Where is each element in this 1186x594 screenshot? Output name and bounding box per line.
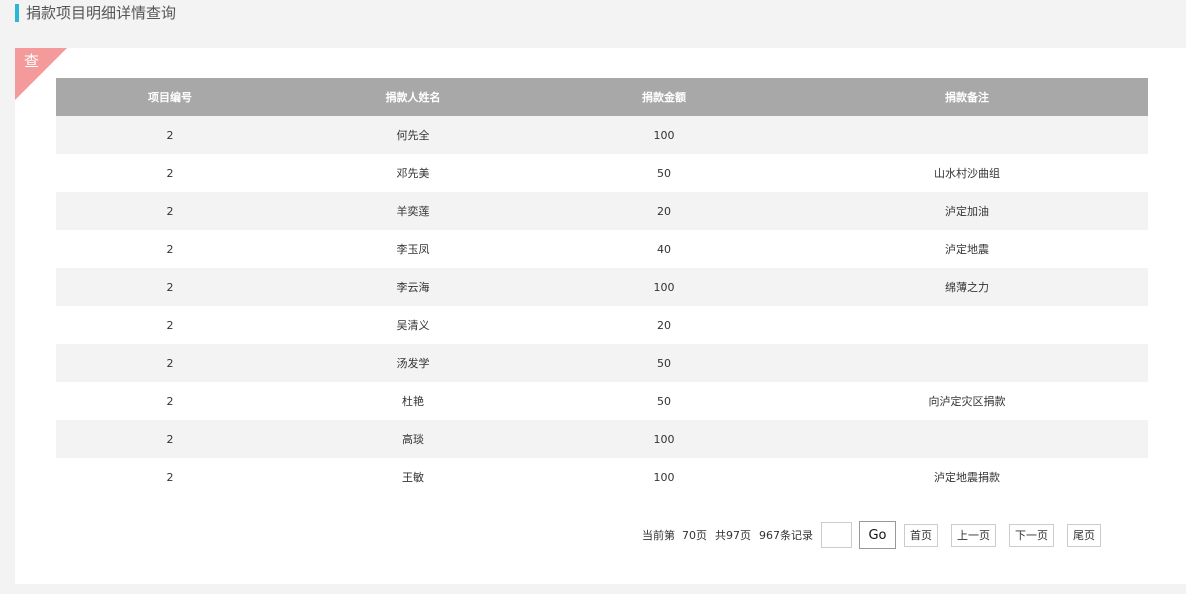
table-row: 2 王敏 100 泸定地震捐款 — [56, 458, 1148, 496]
cell-amount: 50 — [542, 382, 786, 420]
total-pages-text: 共97页 — [715, 529, 751, 542]
cell-remark — [786, 116, 1148, 154]
cell-donor-name: 高琰 — [284, 420, 542, 458]
cell-donor-name: 羊奕莲 — [284, 192, 542, 230]
table-row: 2 高琰 100 — [56, 420, 1148, 458]
page-title: 捐款项目明细详情查询 — [15, 4, 176, 22]
cell-donor-name: 吴清义 — [284, 306, 542, 344]
cell-remark — [786, 306, 1148, 344]
cell-donor-name: 邓先美 — [284, 154, 542, 192]
cell-project-id: 2 — [56, 230, 284, 268]
column-header-project-id: 项目编号 — [56, 78, 284, 116]
next-page-button[interactable]: 下一页 — [1009, 523, 1054, 547]
cell-donor-name: 何先全 — [284, 116, 542, 154]
cell-amount: 20 — [542, 306, 786, 344]
cell-project-id: 2 — [56, 192, 284, 230]
prev-page-button[interactable]: 上一页 — [951, 523, 996, 547]
page-number-input[interactable] — [821, 522, 852, 548]
cell-remark — [786, 344, 1148, 382]
cell-donor-name: 杜艳 — [284, 382, 542, 420]
table-header-row: 项目编号 捐款人姓名 捐款金额 捐款备注 — [56, 78, 1148, 116]
cell-amount: 100 — [542, 116, 786, 154]
current-page-text: 当前第 70页 — [642, 529, 707, 542]
column-header-amount: 捐款金额 — [542, 78, 786, 116]
table-row: 2 邓先美 50 山水村沙曲组 — [56, 154, 1148, 192]
cell-amount: 100 — [542, 458, 786, 496]
cell-amount: 40 — [542, 230, 786, 268]
cell-donor-name: 汤发学 — [284, 344, 542, 382]
last-page-button[interactable]: 尾页 — [1067, 523, 1101, 547]
table-row: 2 李玉凤 40 泸定地震 — [56, 230, 1148, 268]
cell-project-id: 2 — [56, 306, 284, 344]
cell-remark: 泸定地震 — [786, 230, 1148, 268]
cell-donor-name: 王敏 — [284, 458, 542, 496]
table-row: 2 李云海 100 绵薄之力 — [56, 268, 1148, 306]
donation-table: 项目编号 捐款人姓名 捐款金额 捐款备注 2 何先全 100 2 邓先美 50 … — [56, 78, 1148, 496]
cell-donor-name: 李玉凤 — [284, 230, 542, 268]
cell-remark: 泸定加油 — [786, 192, 1148, 230]
pagination-bar: 当前第 70页 共97页 967条记录 Go 首页 上一页 下一页 尾页 — [642, 521, 1101, 549]
cell-remark: 向泸定灾区捐款 — [786, 382, 1148, 420]
cell-project-id: 2 — [56, 382, 284, 420]
cell-amount: 50 — [542, 154, 786, 192]
go-button[interactable]: Go — [859, 521, 896, 549]
cell-project-id: 2 — [56, 268, 284, 306]
cell-amount: 100 — [542, 420, 786, 458]
cell-donor-name: 李云海 — [284, 268, 542, 306]
corner-label: 查 — [24, 52, 40, 70]
table-row: 2 杜艳 50 向泸定灾区捐款 — [56, 382, 1148, 420]
cell-remark: 山水村沙曲组 — [786, 154, 1148, 192]
cell-project-id: 2 — [56, 458, 284, 496]
column-header-remark: 捐款备注 — [786, 78, 1148, 116]
cell-remark: 泸定地震捐款 — [786, 458, 1148, 496]
table-row: 2 何先全 100 — [56, 116, 1148, 154]
query-panel: 查 项目编号 捐款人姓名 捐款金额 捐款备注 2 何先全 100 2 邓先美 5… — [15, 48, 1186, 584]
total-records-text: 967条记录 — [759, 529, 813, 542]
cell-project-id: 2 — [56, 344, 284, 382]
cell-amount: 100 — [542, 268, 786, 306]
cell-project-id: 2 — [56, 420, 284, 458]
cell-remark: 绵薄之力 — [786, 268, 1148, 306]
cell-project-id: 2 — [56, 116, 284, 154]
cell-remark — [786, 420, 1148, 458]
cell-amount: 50 — [542, 344, 786, 382]
cell-project-id: 2 — [56, 154, 284, 192]
table-row: 2 羊奕莲 20 泸定加油 — [56, 192, 1148, 230]
table-row: 2 汤发学 50 — [56, 344, 1148, 382]
first-page-button[interactable]: 首页 — [904, 523, 938, 547]
cell-amount: 20 — [542, 192, 786, 230]
column-header-donor-name: 捐款人姓名 — [284, 78, 542, 116]
table-row: 2 吴清义 20 — [56, 306, 1148, 344]
